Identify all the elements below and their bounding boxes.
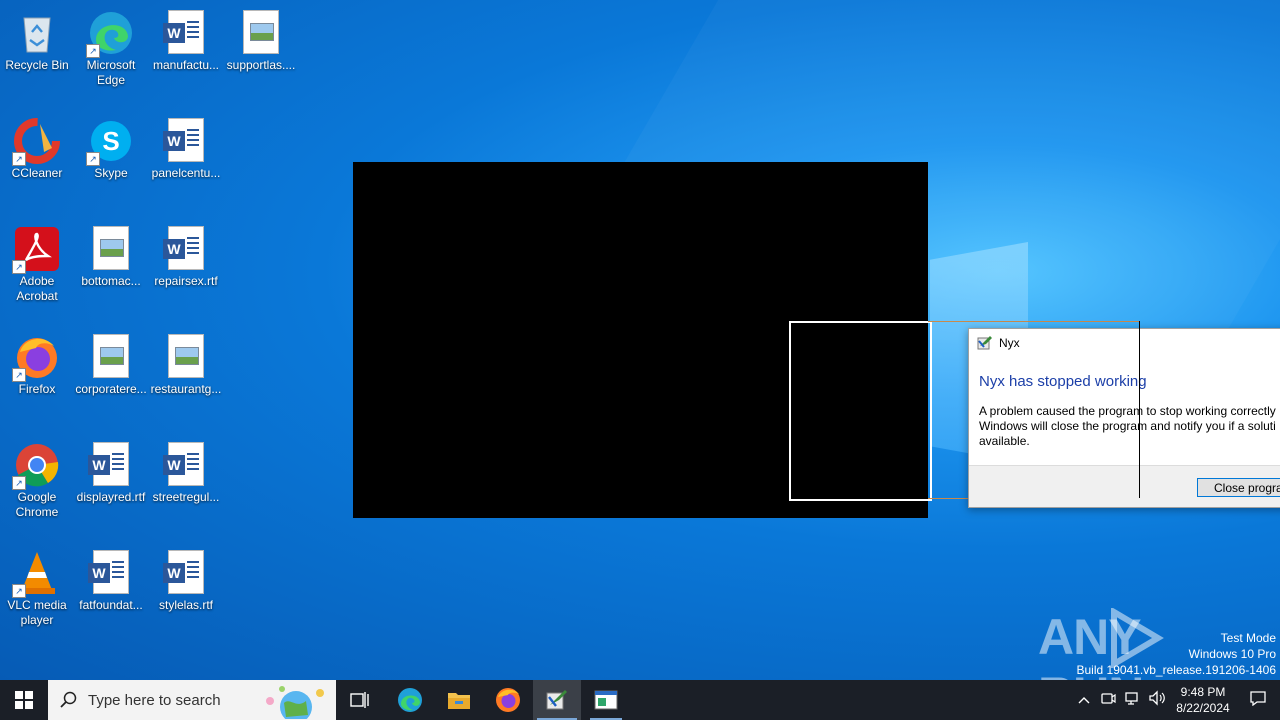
firefox-icon [496, 688, 520, 712]
desktop-icon-vlc[interactable]: ↗ VLC media player [0, 546, 74, 628]
task-view-button[interactable] [336, 680, 384, 720]
taskbar-search-box[interactable]: Type here to search [48, 680, 336, 720]
desktop-icon-firefox[interactable]: ↗ Firefox [0, 330, 74, 397]
desktop-icon-supportlas[interactable]: supportlas.... [224, 6, 298, 73]
shortcut-arrow-icon: ↗ [12, 476, 26, 490]
desktop-icon-fatfoundat[interactable]: W fatfoundat... [74, 546, 148, 613]
acrobat-icon: ↗ [12, 226, 60, 274]
shortcut-arrow-icon: ↗ [86, 152, 100, 166]
desktop-icon-panelcentu[interactable]: W panelcentu... [149, 114, 223, 181]
taskbar-firefox-button[interactable] [484, 680, 532, 720]
dialog-message: A problem caused the program to stop wor… [979, 404, 1276, 448]
window-drag-outline-edge [1139, 321, 1140, 498]
close-program-button[interactable]: Close progra [1197, 478, 1280, 497]
desktop-icon-microsoft-edge[interactable]: ↗ Microsoft Edge [74, 6, 148, 88]
shortcut-arrow-icon: ↗ [12, 368, 26, 382]
image-document-icon [238, 10, 284, 56]
shortcut-arrow-icon: ↗ [12, 260, 26, 274]
task-view-icon [350, 692, 369, 708]
search-placeholder: Type here to search [88, 691, 221, 709]
dialog-title: Nyx [999, 336, 1020, 350]
recycle-bin-icon [14, 10, 60, 56]
search-icon [60, 691, 77, 708]
dialog-titlebar[interactable]: Nyx [969, 329, 1280, 357]
notification-center-icon[interactable] [1236, 690, 1280, 711]
nyx-app-icon [977, 335, 993, 351]
desktop-icon-manufactu[interactable]: W manufactu... [149, 6, 223, 73]
image-document-icon [88, 334, 134, 380]
search-highlight-globe-icon [266, 686, 324, 719]
desktop-icon-adobe-acrobat[interactable]: ↗ Adobe Acrobat [0, 222, 74, 304]
edge-icon [398, 688, 422, 712]
skype-icon: S ↗ [86, 118, 134, 166]
desktop-icon-corporatere[interactable]: corporatere... [74, 330, 148, 397]
word-document-icon: W [88, 550, 134, 596]
word-document-icon: W [88, 442, 134, 488]
desktop-icon-streetregul[interactable]: W streetregul... [149, 438, 223, 505]
desktop-icon-ccleaner[interactable]: ↗ CCleaner [0, 114, 74, 181]
start-button[interactable] [0, 680, 48, 720]
volume-icon[interactable] [1144, 689, 1170, 711]
word-document-icon: W [163, 226, 209, 272]
chrome-icon: ↗ [12, 442, 60, 490]
desktop-icon-skype[interactable]: S ↗ Skype [74, 114, 148, 181]
ccleaner-icon: ↗ [12, 118, 60, 166]
word-document-icon: W [163, 118, 209, 164]
nyx-app-icon [546, 690, 567, 710]
desktop-icon-bottomac[interactable]: bottomac... [74, 222, 148, 289]
image-document-icon [88, 226, 134, 272]
taskbar: Type here to search 9:48 PM 8/22/2024 [0, 680, 1280, 720]
word-document-icon: W [163, 550, 209, 596]
svg-text:S: S [102, 126, 119, 156]
error-dialog[interactable]: Nyx Nyx has stopped working A problem ca… [968, 328, 1280, 508]
taskbar-error-window-button[interactable] [582, 680, 630, 720]
edge-icon: ↗ [86, 10, 134, 58]
shortcut-arrow-icon: ↗ [86, 44, 100, 58]
window-drag-outline [789, 321, 932, 501]
word-document-icon: W [163, 442, 209, 488]
desktop-icon-displayred[interactable]: W displayred.rtf [74, 438, 148, 505]
word-document-icon: W [163, 10, 209, 56]
network-icon[interactable] [1120, 690, 1144, 711]
taskbar-file-explorer-button[interactable] [435, 680, 483, 720]
taskbar-clock[interactable]: 9:48 PM 8/22/2024 [1170, 684, 1236, 716]
image-document-icon [163, 334, 209, 380]
desktop-icon-recycle-bin[interactable]: Recycle Bin [0, 6, 74, 73]
folder-icon [448, 693, 470, 709]
window-app-icon [594, 690, 618, 710]
windows-logo-icon [15, 691, 33, 709]
firefox-icon: ↗ [12, 334, 60, 382]
taskbar-nyx-button[interactable] [533, 680, 581, 720]
system-tray: 9:48 PM 8/22/2024 [1072, 680, 1280, 720]
windows-version-info: Test Mode Windows 10 Pro Build 19041.vb_… [1076, 631, 1277, 677]
meet-now-icon[interactable] [1096, 690, 1120, 711]
desktop-icon-stylelas[interactable]: W stylelas.rtf [149, 546, 223, 613]
desktop-icon-google-chrome[interactable]: ↗ Google Chrome [0, 438, 74, 520]
shortcut-arrow-icon: ↗ [12, 584, 26, 598]
taskbar-edge-button[interactable] [386, 680, 434, 720]
chevron-up-icon[interactable] [1072, 693, 1096, 707]
dialog-heading: Nyx has stopped working [979, 373, 1147, 390]
dialog-footer: Close progra [969, 465, 1280, 507]
desktop-background: Recycle Bin ↗ CCleaner ↗ Adobe Acrobat ↗… [0, 0, 1280, 680]
desktop-icon-repairsex[interactable]: W repairsex.rtf [149, 222, 223, 289]
vlc-icon: ↗ [12, 550, 60, 598]
desktop-icon-restaurantg[interactable]: restaurantg... [149, 330, 223, 397]
shortcut-arrow-icon: ↗ [12, 152, 26, 166]
